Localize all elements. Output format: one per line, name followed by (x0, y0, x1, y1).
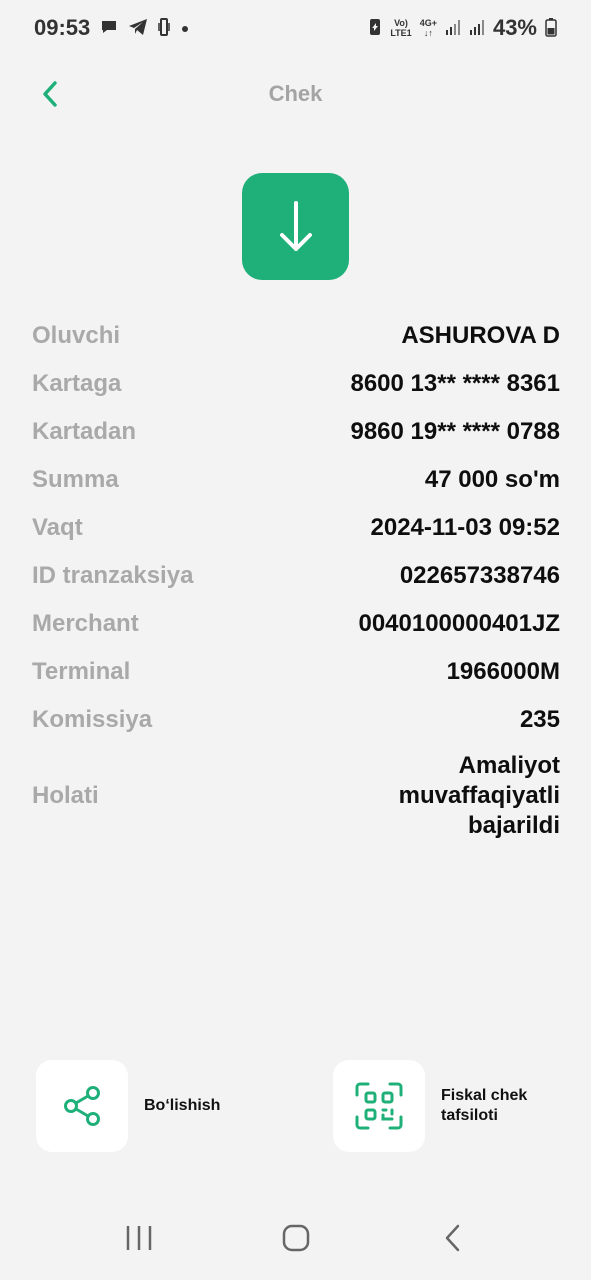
detail-label: Merchant (32, 610, 139, 637)
signal-icon (445, 18, 461, 39)
page-title: Chek (268, 81, 323, 106)
status-time: 09:53 (34, 15, 91, 40)
system-nav-bar (0, 1196, 591, 1280)
detail-value: ASHUROVA D (401, 322, 560, 349)
detail-row-status: Holati Amaliyot muvaffaqiyatli bajarildi (32, 746, 560, 846)
back-nav-button[interactable] (423, 1208, 483, 1268)
detail-row-to-card: Kartaga 8600 13** **** 8361 (32, 360, 560, 408)
signal-icon-2 (469, 18, 485, 39)
detail-value: 47 000 so'm (424, 466, 560, 493)
fiscal-label: Fiskal chek tafsiloti (441, 1087, 528, 1124)
detail-label: Holati (32, 782, 99, 809)
recent-apps-icon (126, 1226, 151, 1250)
arrow-down-icon (279, 200, 312, 251)
volte-top: Vo) (394, 18, 408, 28)
telegram-icon (128, 18, 148, 39)
chevron-left-icon (43, 81, 57, 107)
network-type-indicator: 4G+ ↓↑ (420, 18, 437, 38)
detail-value: 022657338746 (399, 562, 560, 589)
detail-label: Vaqt (32, 514, 83, 541)
detail-row-from-card: Kartadan 9860 19** **** 0788 (32, 408, 560, 456)
share-icon-box[interactable] (36, 1060, 128, 1152)
status-value: Amaliyot muvaffaqiyatli bajarildi (398, 752, 560, 839)
recent-apps-button[interactable] (109, 1208, 169, 1268)
volte-indicator: Vo) LTE1 (390, 18, 411, 38)
status-left: 09:53 (34, 15, 190, 41)
detail-label: Kartaga (32, 370, 122, 397)
vibrate-icon (158, 17, 171, 40)
fiscal-icon-box[interactable] (333, 1060, 425, 1152)
detail-label: Komissiya (32, 706, 153, 733)
header: Chek (0, 64, 591, 124)
detail-value: 0040100000401JZ (358, 610, 560, 637)
detail-label: Kartadan (32, 418, 137, 445)
receipt-details: Oluvchi ASHUROVA D Kartaga 8600 13** ***… (32, 312, 560, 846)
home-button[interactable] (266, 1208, 326, 1268)
detail-row-commission: Komissiya 235 (32, 696, 560, 744)
detail-label: Oluvchi (32, 322, 121, 349)
detail-row-merchant: Merchant 0040100000401JZ (32, 600, 560, 648)
detail-value: 1966000M (446, 658, 560, 685)
notification-dot-icon (180, 19, 190, 37)
volte-bottom: LTE1 (390, 28, 412, 38)
battery-icon (545, 17, 557, 40)
detail-row-amount: Summa 47 000 so'm (32, 456, 560, 504)
share-button[interactable]: Bo‘lishish (36, 1060, 220, 1152)
battery-percent: 43% (492, 15, 537, 40)
status-bar: 09:53 Vo) LTE1 4G+ ↓↑ 43% (0, 0, 591, 56)
detail-row-recipient: Oluvchi ASHUROVA D (32, 312, 560, 360)
detail-value: 8600 13** **** 8361 (350, 370, 560, 397)
detail-row-time: Vaqt 2024-11-03 09:52 (32, 504, 560, 552)
detail-row-terminal: Terminal 1966000M (32, 648, 560, 696)
download-button[interactable] (242, 173, 349, 280)
network-type-text: 4G+ (419, 18, 437, 28)
home-icon (282, 1224, 309, 1252)
back-nav-icon (445, 1224, 459, 1252)
detail-label: Summa (32, 466, 119, 493)
share-label: Bo‘lishish (144, 1097, 221, 1114)
qr-scan-icon (355, 1082, 403, 1130)
battery-saver-icon (368, 17, 382, 40)
detail-row-transaction-id: ID tranzaksiya 022657338746 (32, 552, 560, 600)
detail-label: Terminal (32, 658, 131, 685)
status-right: Vo) LTE1 4G+ ↓↑ 43% (368, 15, 557, 41)
detail-label: ID tranzaksiya (32, 562, 194, 589)
share-icon (64, 1086, 100, 1126)
fiscal-receipt-button[interactable]: Fiskal chek tafsiloti (333, 1060, 561, 1152)
back-button[interactable] (34, 78, 66, 110)
detail-value: 9860 19** **** 0788 (350, 418, 560, 445)
data-arrows-icon: ↓↑ (423, 28, 433, 38)
chat-bubble-icon (100, 18, 118, 39)
detail-value: 235 (519, 706, 560, 733)
detail-value: 2024-11-03 09:52 (370, 514, 561, 541)
